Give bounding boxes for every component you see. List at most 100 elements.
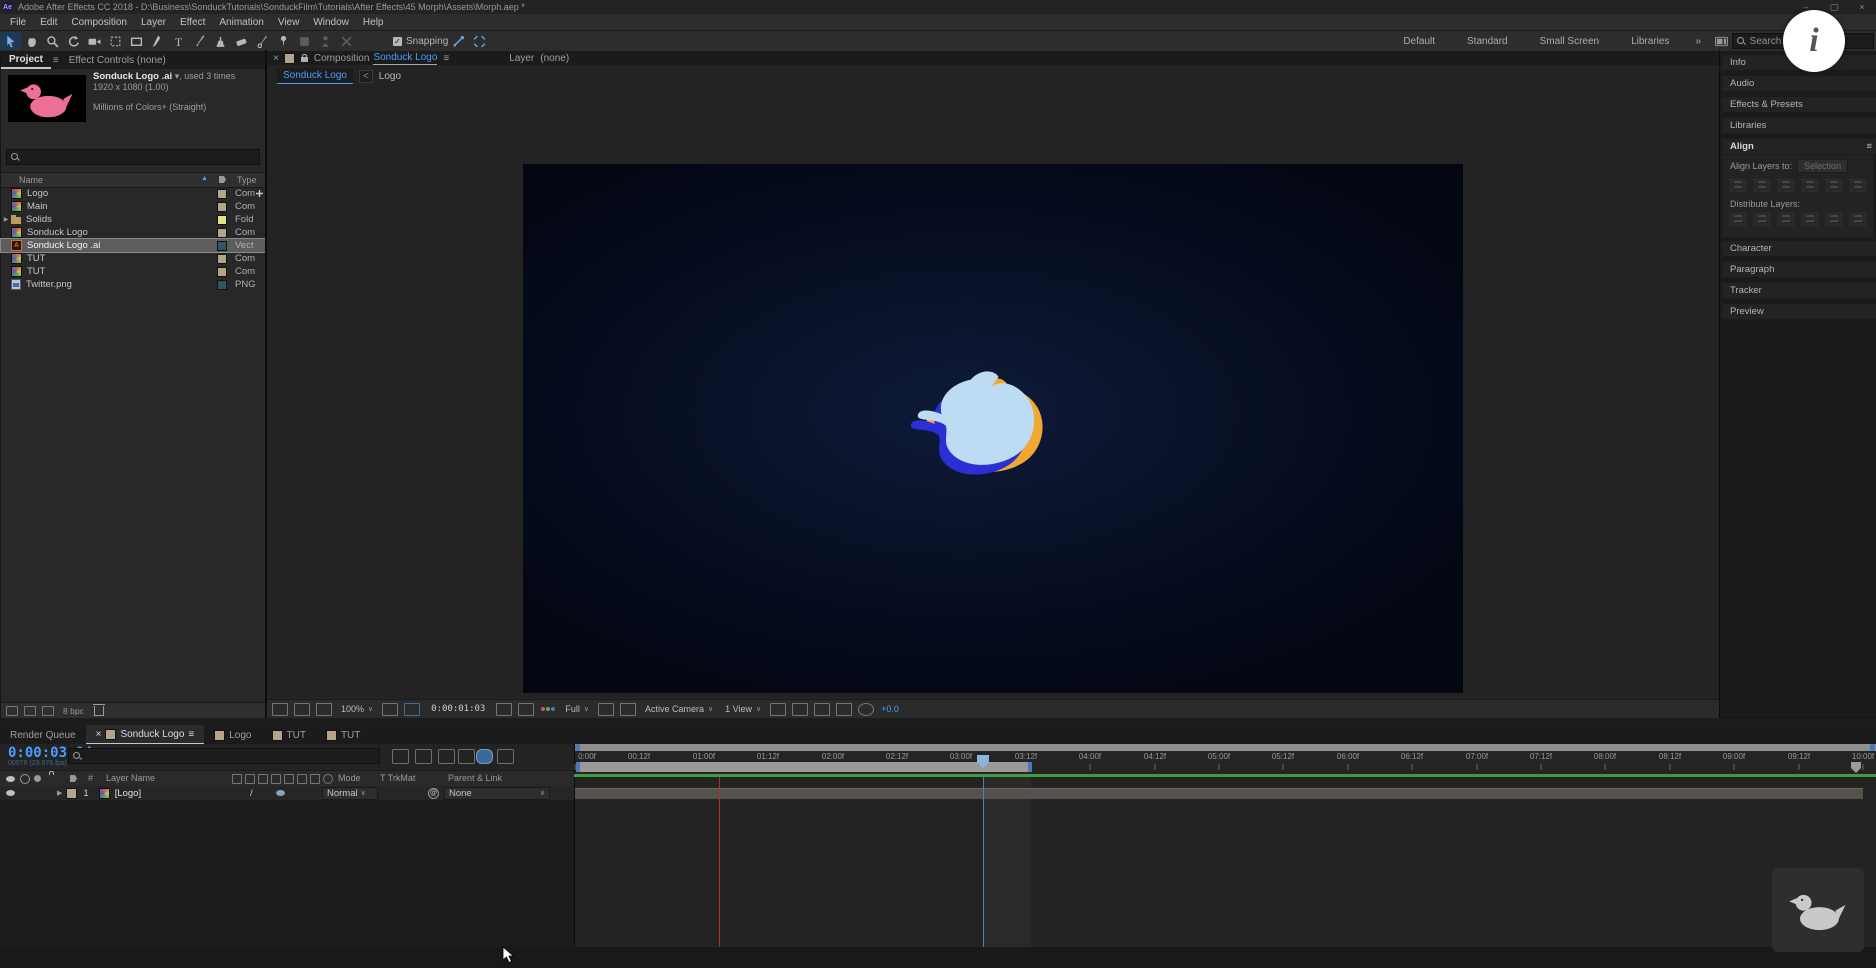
channel-icon[interactable]	[541, 707, 555, 711]
panel-menu-icon[interactable]: ≡	[1866, 141, 1872, 152]
comp-label-swatch[interactable]	[284, 53, 295, 64]
frame-blending-icon[interactable]	[438, 749, 455, 764]
tab-effect-controls[interactable]: Effect Controls (none)	[61, 53, 174, 68]
motion-blur-column-icon[interactable]	[297, 774, 307, 784]
composition-viewer[interactable]	[267, 87, 1719, 699]
column-mode[interactable]: Mode	[338, 773, 361, 783]
graph-editor-icon[interactable]	[497, 749, 514, 764]
menu-view[interactable]: View	[271, 17, 307, 28]
comp-end-marker[interactable]	[1851, 762, 1861, 773]
menu-edit[interactable]: Edit	[33, 17, 64, 28]
menu-window[interactable]: Window	[306, 17, 356, 28]
panel-character[interactable]: Character	[1722, 241, 1876, 256]
column-layer-name[interactable]: Layer Name	[106, 773, 155, 783]
composition-mini-flowchart-icon[interactable]	[392, 749, 409, 764]
layer-quality-icon[interactable]: /	[250, 788, 253, 799]
mask-visibility-icon[interactable]	[404, 703, 420, 716]
project-item[interactable]: ▶SolidsFold	[1, 213, 265, 226]
brush-tool[interactable]	[189, 32, 210, 50]
project-item[interactable]: LogoCom	[1, 187, 265, 200]
panel-menu-icon[interactable]: ≡	[443, 53, 449, 64]
label-swatch[interactable]	[217, 202, 227, 212]
panel-divider[interactable]	[265, 50, 267, 718]
region-of-interest-icon[interactable]	[598, 703, 614, 716]
collapse-icon[interactable]	[245, 774, 255, 784]
hide-shy-layers-icon[interactable]	[415, 749, 432, 764]
puppet-pin-tool[interactable]	[273, 32, 294, 50]
frame-blend-icon[interactable]	[284, 774, 294, 784]
effects-icon[interactable]	[271, 774, 281, 784]
workspace-overflow-button[interactable]: »	[1685, 36, 1711, 47]
panel-divider[interactable]	[1719, 50, 1720, 718]
pixel-aspect-icon[interactable]	[770, 703, 786, 716]
shape-tool[interactable]	[126, 32, 147, 50]
column-number[interactable]: #	[88, 773, 93, 783]
label-swatch[interactable]	[217, 241, 227, 251]
timeline-tab-render-queue[interactable]: Render Queue	[0, 726, 86, 744]
workspace-standard[interactable]: Standard	[1451, 36, 1524, 47]
align-top-button[interactable]	[1802, 179, 1818, 192]
work-area-end-handle[interactable]	[1028, 762, 1032, 772]
timeline-search-input[interactable]	[84, 750, 379, 763]
layer-duration-bar[interactable]	[575, 788, 1863, 799]
pen-tool[interactable]	[147, 32, 168, 50]
workspace-manager-icon[interactable]	[1711, 32, 1732, 50]
distribute-right-button[interactable]	[1850, 213, 1866, 226]
column-name[interactable]: Name	[19, 175, 43, 185]
shy-icon[interactable]	[232, 774, 242, 784]
label-swatch[interactable]	[217, 189, 227, 199]
always-preview-icon[interactable]	[316, 703, 332, 716]
layer-label-swatch[interactable]	[66, 788, 77, 799]
label-swatch[interactable]	[217, 215, 227, 225]
label-swatch[interactable]	[217, 254, 227, 264]
project-panel-menu-icon[interactable]: ≡	[53, 55, 59, 66]
panel-libraries[interactable]: Libraries	[1722, 118, 1876, 133]
menu-effect[interactable]: Effect	[173, 17, 212, 28]
project-search[interactable]	[6, 149, 260, 165]
align-left-button[interactable]	[1730, 179, 1746, 192]
snapping-checkbox[interactable]: ✓	[393, 37, 402, 46]
selection-tool[interactable]	[0, 32, 21, 50]
align-center-vertical-button[interactable]	[1826, 179, 1842, 192]
align-layers-dropdown[interactable]: Selection	[1797, 159, 1848, 173]
trash-icon[interactable]	[94, 706, 104, 716]
label-swatch[interactable]	[217, 280, 227, 290]
new-composition-icon[interactable]	[42, 706, 54, 716]
label-swatch[interactable]	[217, 228, 227, 238]
three-d-icon[interactable]	[323, 774, 333, 784]
eraser-tool[interactable]	[231, 32, 252, 50]
panel-tracker[interactable]: Tracker	[1722, 283, 1876, 298]
menu-animation[interactable]: Animation	[212, 17, 270, 28]
distribute-left-button[interactable]	[1802, 213, 1818, 226]
rotate-tool[interactable]	[63, 32, 84, 50]
time-ruler[interactable]: 0:00f00:12f01:00f01:12f02:00f02:12f03:00…	[574, 744, 1876, 774]
align-center-horizontal-button[interactable]	[1754, 179, 1770, 192]
label-column-icon[interactable]	[70, 775, 77, 782]
parent-pickwhip-icon[interactable]: @	[428, 788, 439, 799]
project-item[interactable]: TUTCom	[1, 265, 265, 278]
breadcrumb-parent[interactable]: Logo	[379, 71, 401, 82]
align-bottom-button[interactable]	[1850, 179, 1866, 192]
menu-layer[interactable]: Layer	[134, 17, 173, 28]
expander-icon[interactable]: ▶	[1, 216, 11, 223]
layer-tab-label[interactable]: Layer	[509, 53, 534, 64]
quality-icon[interactable]	[258, 774, 268, 784]
fast-previews-icon[interactable]	[792, 703, 808, 716]
project-item[interactable]: TUTCom	[1, 252, 265, 265]
composition-tab-name[interactable]: Sonduck Logo	[373, 52, 437, 65]
label-column-icon[interactable]	[219, 176, 226, 183]
distribute-top-button[interactable]	[1730, 213, 1746, 226]
timeline-tab-tut[interactable]: TUT	[316, 726, 370, 744]
composition-tab-label[interactable]: Composition	[314, 53, 370, 64]
layer-name[interactable]: [Logo]	[115, 788, 141, 799]
close-button[interactable]: ×	[1848, 2, 1876, 13]
workspace-default[interactable]: Default	[1387, 36, 1451, 47]
panel-menu-icon[interactable]: ≡	[188, 729, 194, 740]
solo-column-icon[interactable]	[34, 775, 41, 782]
label-swatch[interactable]	[217, 267, 227, 277]
exposure-value[interactable]: +0.0	[881, 704, 899, 714]
project-bit-depth[interactable]: 8 bpc	[63, 706, 84, 716]
project-item[interactable]: Twitter.pngPNG	[1, 278, 265, 291]
preview-monitor-icon[interactable]	[294, 703, 310, 716]
distribute-center-horizontal-button[interactable]	[1826, 213, 1842, 226]
